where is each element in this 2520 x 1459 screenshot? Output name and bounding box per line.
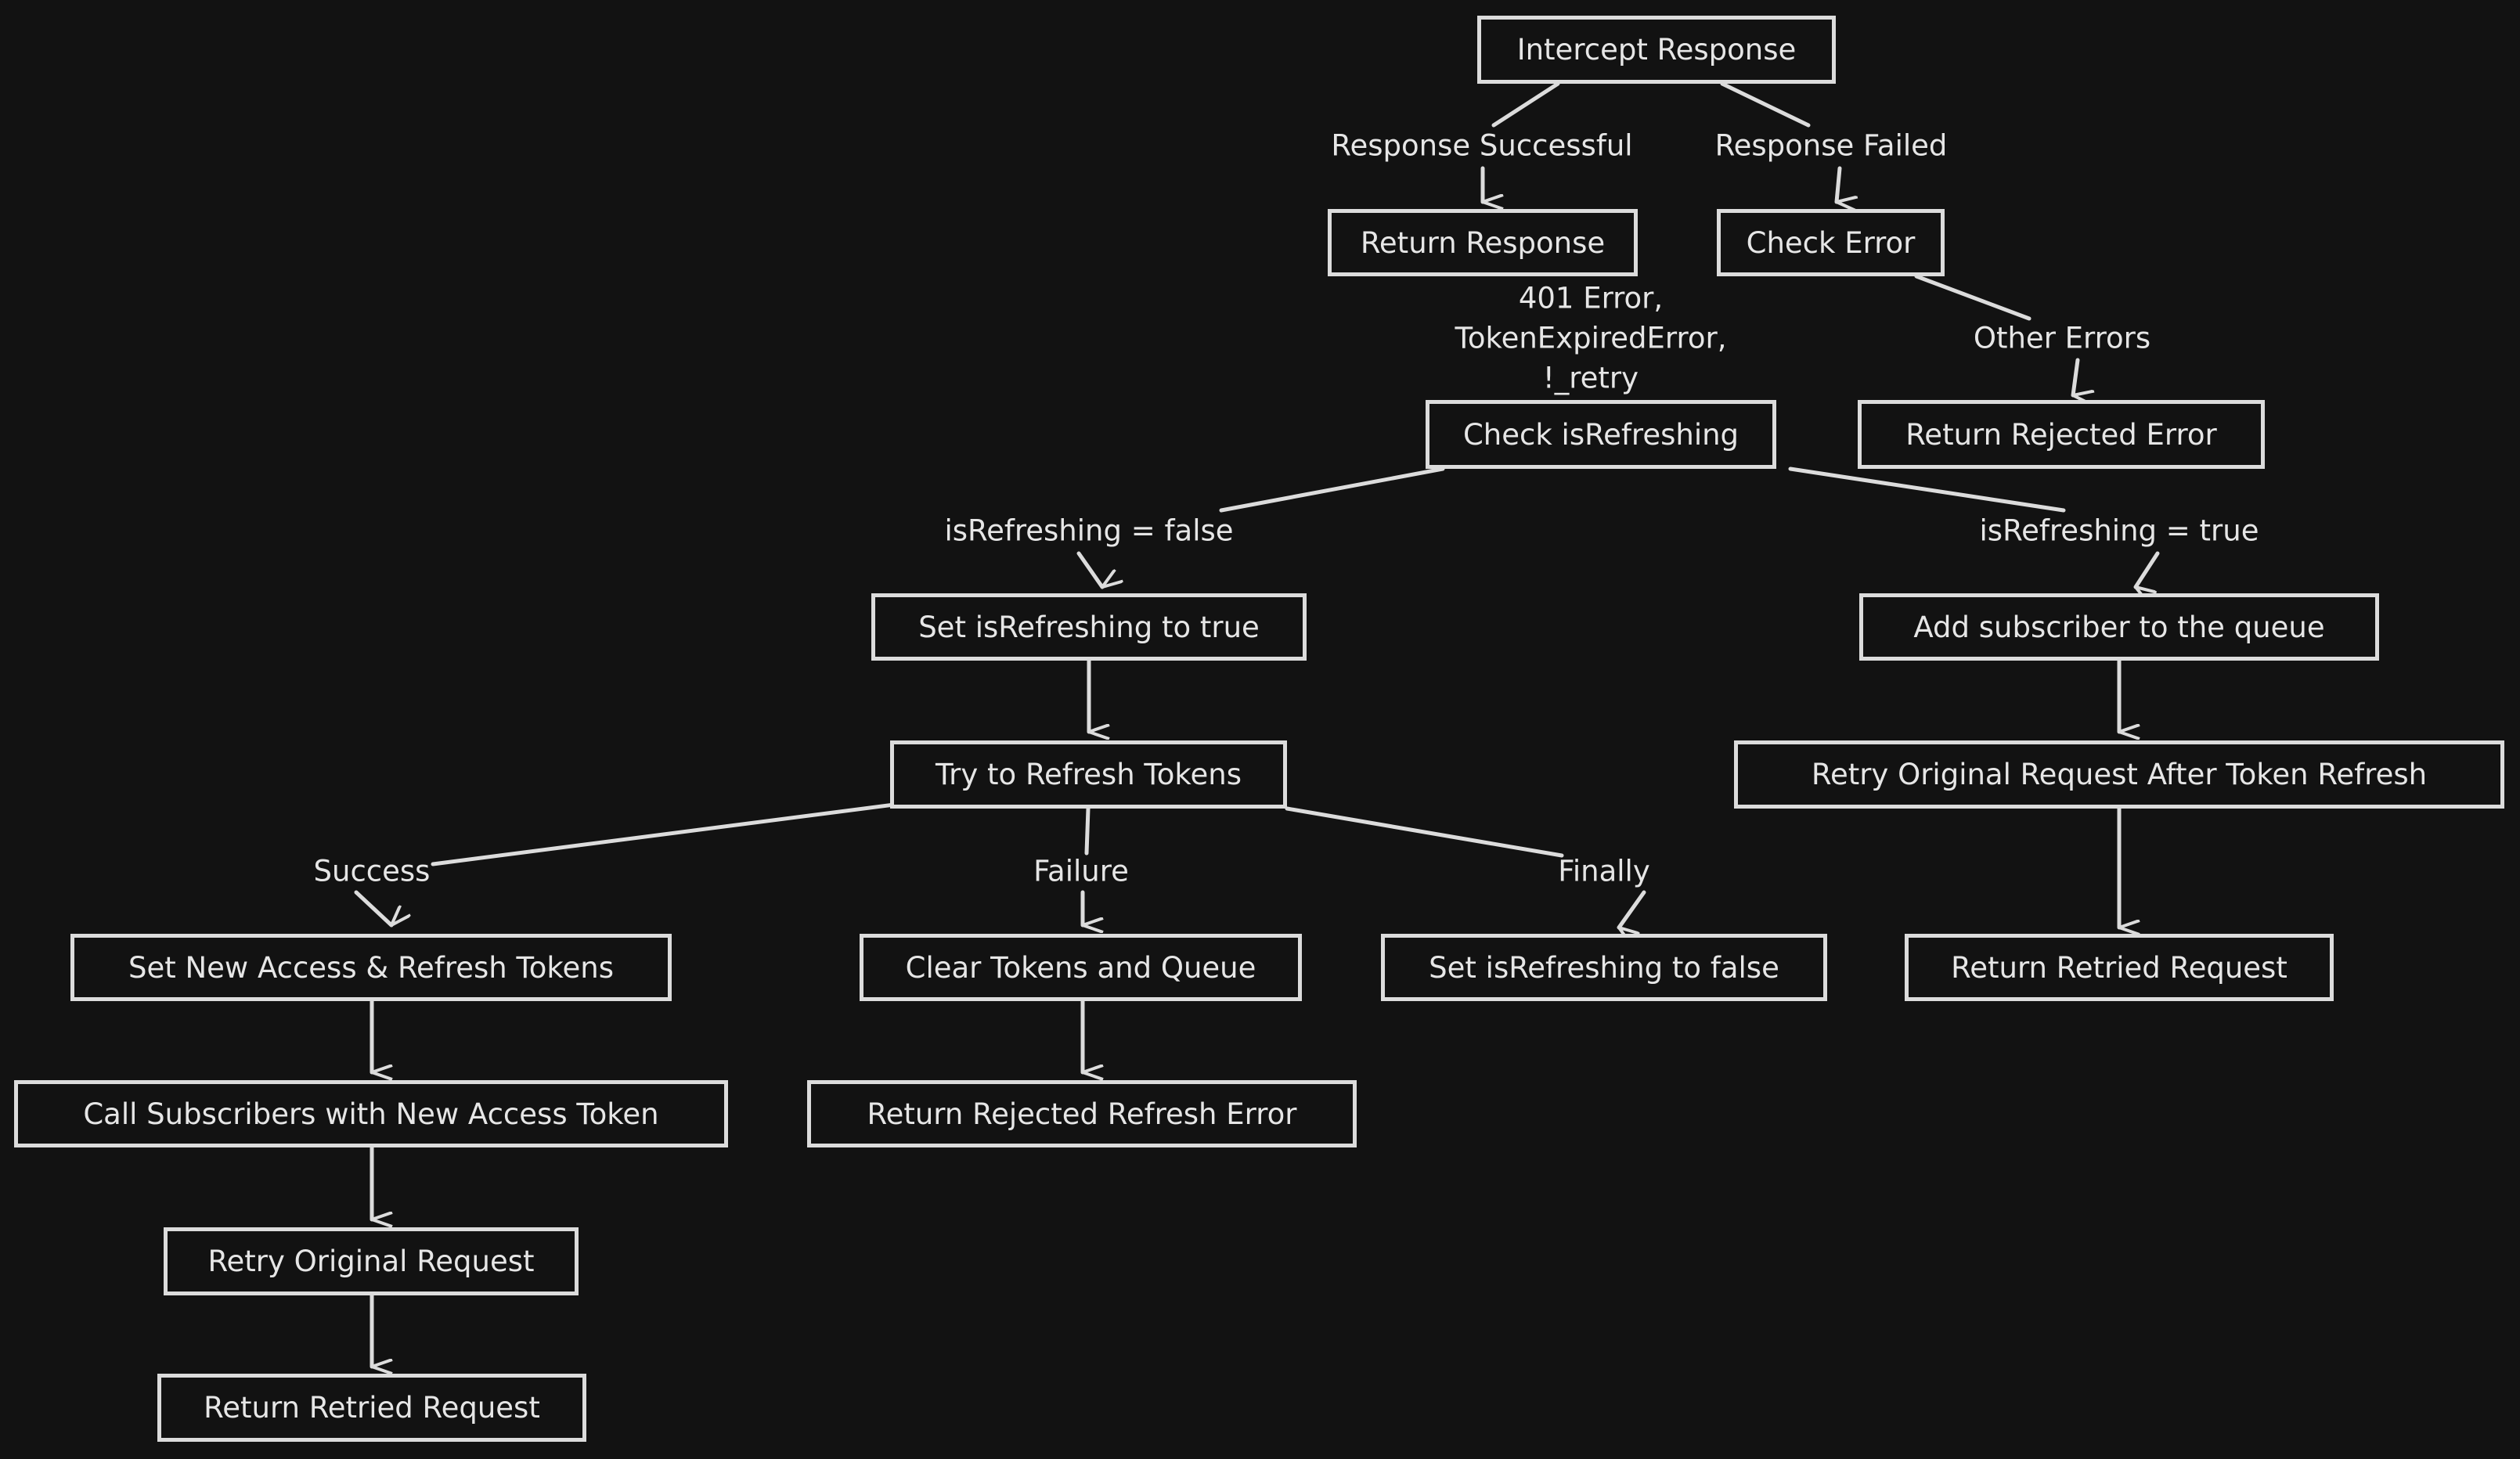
node-call-subscribers[interactable]: Call Subscribers with New Access Token bbox=[14, 1080, 728, 1147]
edge-label-line: TokenExpiredError, bbox=[1455, 321, 1727, 355]
node-return-retried-right[interactable]: Return Retried Request bbox=[1905, 934, 2334, 1001]
edge-success bbox=[431, 800, 914, 866]
edge-label-response-successful: Response Successful bbox=[1331, 128, 1633, 163]
edge-label-other-errors: Other Errors bbox=[1973, 321, 2151, 355]
edge-label-response-failed: Response Failed bbox=[1714, 128, 1948, 163]
arrow-to-return-rejected bbox=[2073, 358, 2078, 395]
node-label: Clear Tokens and Queue bbox=[905, 950, 1256, 985]
node-label: Return Response bbox=[1360, 225, 1606, 260]
edge-label-success: Success bbox=[313, 854, 431, 888]
node-return-retried-left[interactable]: Return Retried Request bbox=[157, 1374, 586, 1442]
node-clear-tokens[interactable]: Clear Tokens and Queue bbox=[860, 934, 1302, 1001]
edge-intercept-success bbox=[1491, 81, 1560, 128]
edge-label-line: 401 Error, bbox=[1518, 281, 1664, 315]
edge-label-finally: Finally bbox=[1558, 854, 1650, 888]
node-set-refreshing-false[interactable]: Set isRefreshing to false bbox=[1381, 934, 1827, 1001]
node-retry-original[interactable]: Retry Original Request bbox=[164, 1227, 579, 1295]
node-check-is-refreshing[interactable]: Check isRefreshing bbox=[1426, 400, 1776, 469]
edge-refreshing-false bbox=[1219, 467, 1445, 513]
node-return-response[interactable]: Return Response bbox=[1328, 209, 1638, 276]
node-label: Call Subscribers with New Access Token bbox=[83, 1097, 659, 1131]
node-label: Set isRefreshing to false bbox=[1429, 950, 1779, 985]
node-label: Set New Access & Refresh Tokens bbox=[128, 950, 615, 985]
node-intercept-response[interactable]: Intercept Response bbox=[1477, 16, 1836, 84]
edge-label-failure: Failure bbox=[1033, 854, 1129, 888]
arrow-to-set-false bbox=[1619, 890, 1646, 928]
edge-label-line: !_retry bbox=[1542, 361, 1639, 395]
edge-refreshing-true bbox=[1788, 467, 2066, 513]
arrow-to-add-subscriber bbox=[2136, 551, 2160, 587]
flowchart-canvas: Intercept Response Return Response Check… bbox=[0, 0, 2520, 1459]
node-add-subscriber[interactable]: Add subscriber to the queue bbox=[1859, 593, 2379, 661]
node-label: Check isRefreshing bbox=[1462, 417, 1739, 452]
edge-failure bbox=[1084, 806, 1091, 856]
node-label: Add subscriber to the queue bbox=[1913, 610, 2325, 644]
node-return-rejected-refresh[interactable]: Return Rejected Refresh Error bbox=[807, 1080, 1357, 1147]
edge-intercept-failed bbox=[1720, 81, 1811, 128]
edge-label-token-error: 401 Error, TokenExpiredError, !_retry bbox=[1455, 279, 1727, 398]
edge-label-refreshing-true: isRefreshing = true bbox=[1979, 513, 2259, 548]
node-set-new-tokens[interactable]: Set New Access & Refresh Tokens bbox=[70, 934, 672, 1001]
arrow-to-set-true bbox=[1076, 551, 1102, 587]
node-check-error[interactable]: Check Error bbox=[1717, 209, 1945, 276]
node-try-refresh[interactable]: Try to Refresh Tokens bbox=[890, 740, 1287, 809]
arrow-to-set-new-tokens bbox=[354, 890, 391, 925]
node-label: Check Error bbox=[1746, 225, 1916, 260]
edge-check-error-other bbox=[1914, 274, 2032, 321]
node-label: Return Rejected Error bbox=[1905, 417, 2217, 452]
arrow-to-check-error bbox=[1837, 166, 1840, 202]
node-label: Try to Refresh Tokens bbox=[936, 758, 1242, 791]
edge-label-refreshing-false: isRefreshing = false bbox=[944, 513, 1234, 548]
node-label: Intercept Response bbox=[1516, 33, 1797, 67]
edge-finally bbox=[1285, 806, 1564, 858]
node-set-refreshing-true[interactable]: Set isRefreshing to true bbox=[871, 593, 1307, 661]
node-label: Return Retried Request bbox=[1951, 950, 2287, 985]
node-label: Return Retried Request bbox=[204, 1391, 540, 1425]
node-label: Return Rejected Refresh Error bbox=[867, 1097, 1297, 1131]
node-retry-after-refresh[interactable]: Retry Original Request After Token Refre… bbox=[1734, 740, 2504, 809]
node-return-rejected-error[interactable]: Return Rejected Error bbox=[1858, 400, 2265, 469]
node-label: Retry Original Request After Token Refre… bbox=[1811, 758, 2428, 791]
node-label: Retry Original Request bbox=[207, 1245, 535, 1278]
node-label: Set isRefreshing to true bbox=[918, 610, 1260, 644]
